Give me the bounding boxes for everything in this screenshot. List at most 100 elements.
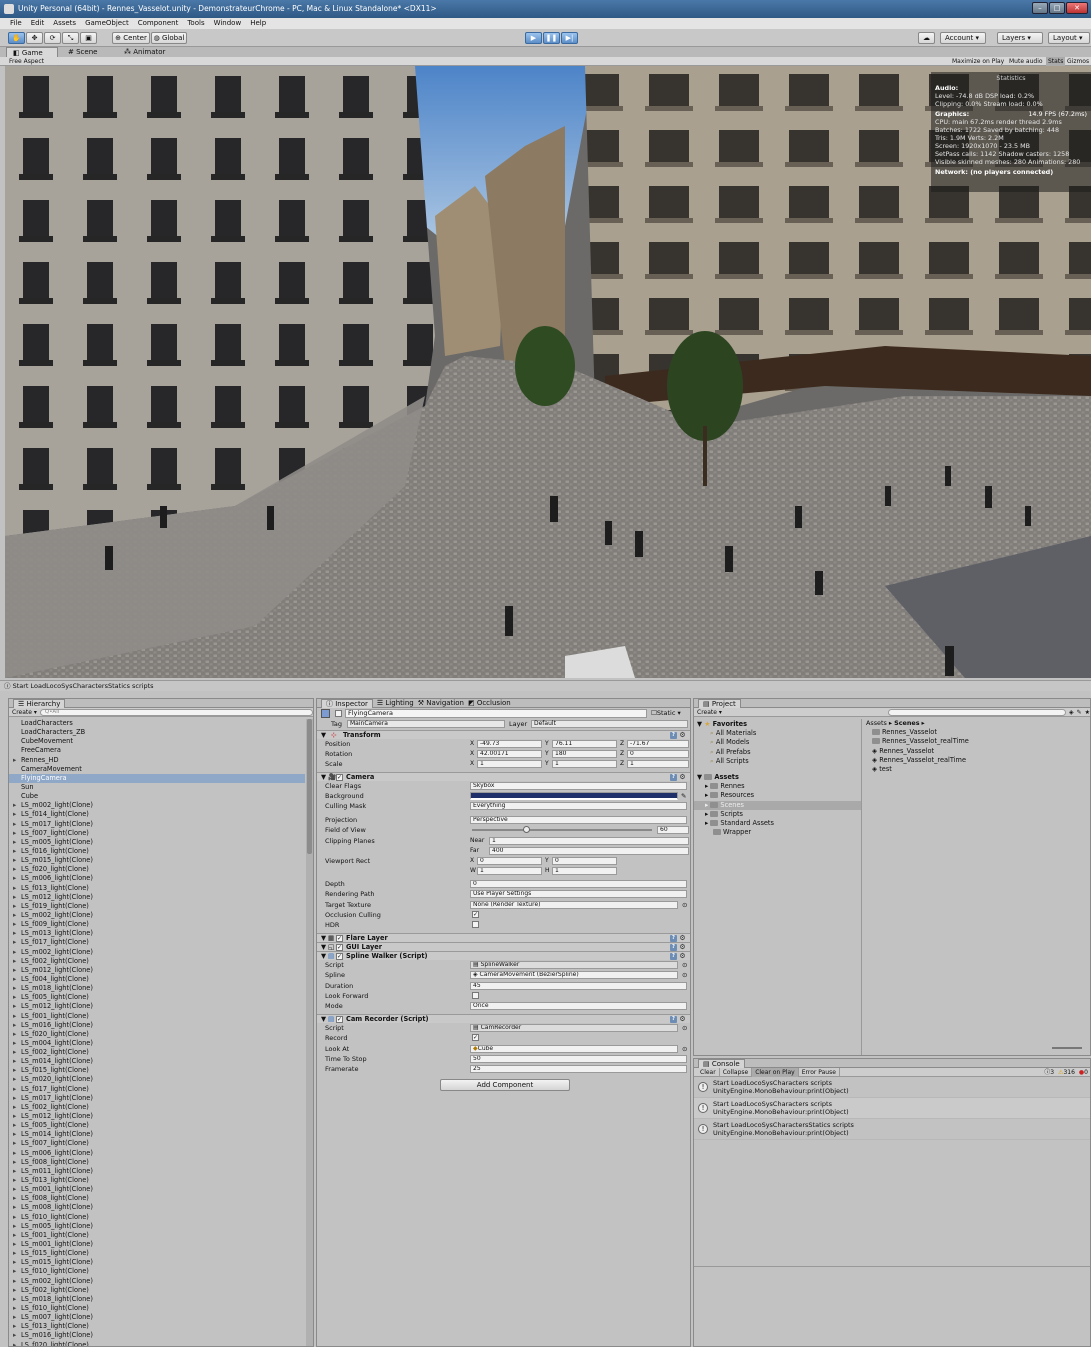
error-count-toggle[interactable]: ●0 xyxy=(1077,1068,1090,1077)
tab-lighting[interactable]: ☰ Lighting xyxy=(377,699,414,707)
foldout-arrow-icon[interactable]: ▸ xyxy=(13,966,21,975)
foldout-arrow-icon[interactable]: ▸ xyxy=(13,838,21,847)
tab-game[interactable]: ◧ Game xyxy=(6,47,58,57)
foldout-arrow-icon[interactable]: ▸ xyxy=(13,1331,21,1340)
hierarchy-item[interactable]: Sun xyxy=(9,783,305,792)
foldout-arrow-icon[interactable]: ▸ xyxy=(13,938,21,947)
foldout-arrow-icon[interactable]: ▸ xyxy=(13,1322,21,1331)
folder-item[interactable]: ▸ Rennes xyxy=(694,782,861,791)
favorite-item[interactable]: ⌕ All Materials xyxy=(694,729,861,738)
fov-slider-handle[interactable] xyxy=(523,826,530,834)
hierarchy-item[interactable]: LoadCharacters xyxy=(9,719,305,728)
hierarchy-item[interactable]: ▸ LS_f017_light(Clone) xyxy=(9,938,305,947)
foldout-arrow-icon[interactable]: ▸ xyxy=(13,1057,21,1066)
hierarchy-item[interactable]: ▸ LS_f010_light(Clone) xyxy=(9,1267,305,1276)
account-dropdown[interactable]: Account ▾ xyxy=(940,32,986,44)
active-checkbox[interactable] xyxy=(335,710,342,717)
cloud-icon[interactable]: ☁ xyxy=(918,32,935,44)
fov-field[interactable]: 60 xyxy=(657,826,689,835)
folder-item[interactable]: ▸ Resources xyxy=(694,791,861,800)
foldout-arrow-icon[interactable]: ▸ xyxy=(13,1213,21,1222)
foldout-arrow-icon[interactable]: ▸ xyxy=(13,893,21,902)
hierarchy-item[interactable]: ▸ LS_m012_light(Clone) xyxy=(9,966,305,975)
hierarchy-item[interactable]: ▸ LS_f004_light(Clone) xyxy=(9,975,305,984)
hierarchy-item[interactable]: ▸ LS_m017_light(Clone) xyxy=(9,1094,305,1103)
near-field[interactable]: 1 xyxy=(489,836,689,845)
tab-occlusion[interactable]: ◩ Occlusion xyxy=(468,699,511,707)
hierarchy-create-button[interactable]: Create ▾ xyxy=(12,708,37,717)
hierarchy-item[interactable]: ▸ LS_m014_light(Clone) xyxy=(9,1130,305,1139)
foldout-arrow-icon[interactable]: ▸ xyxy=(13,1286,21,1295)
flare-layer-header[interactable]: ▼ ▦ ✓ Flare Layer? ⚙ xyxy=(317,933,690,943)
hierarchy-item[interactable]: ▸ LS_m002_light(Clone) xyxy=(9,948,305,957)
scale-x-field[interactable]: 1 xyxy=(477,760,542,769)
camera-header[interactable]: ▼ 🎥 ✓ Camera? ⚙ xyxy=(317,771,690,781)
tab-scene[interactable]: # Scene xyxy=(62,47,103,57)
gear-icon[interactable]: ⚙ xyxy=(679,944,686,951)
help-icon[interactable]: ? xyxy=(670,1016,677,1024)
foldout-arrow-icon[interactable]: ▸ xyxy=(13,1194,21,1203)
framerate-field[interactable]: 25 xyxy=(470,1064,687,1073)
viewport-w-field[interactable]: 1 xyxy=(477,867,542,876)
stats-toggle[interactable]: Stats xyxy=(1046,57,1066,66)
hierarchy-item[interactable]: ▸ LS_m020_light(Clone) xyxy=(9,1075,305,1084)
spline-script-field[interactable]: ▤ SplineWalker xyxy=(470,961,678,970)
hierarchy-item[interactable]: ▸ LS_m008_light(Clone) xyxy=(9,1203,305,1212)
hierarchy-item[interactable]: ▸ LS_m004_light(Clone) xyxy=(9,1039,305,1048)
favorite-item[interactable]: ⌕ All Models xyxy=(694,738,861,747)
hierarchy-item[interactable]: ▸ LS_f008_light(Clone) xyxy=(9,1158,305,1167)
close-button[interactable]: ✕ xyxy=(1066,2,1088,14)
hierarchy-item[interactable]: ▸ LS_m001_light(Clone) xyxy=(9,1240,305,1249)
hierarchy-item[interactable]: ▸ LS_m011_light(Clone) xyxy=(9,1167,305,1176)
hierarchy-item[interactable]: ▸ LS_f015_light(Clone) xyxy=(9,1249,305,1258)
hierarchy-item[interactable]: ▸ LS_f001_light(Clone) xyxy=(9,1231,305,1240)
foldout-arrow-icon[interactable]: ▸ xyxy=(13,1075,21,1084)
foldout-arrow-icon[interactable]: ▸ xyxy=(13,1231,21,1240)
hierarchy-item[interactable]: CubeMovement xyxy=(9,737,305,746)
transform-header[interactable]: ▼ ⊹ Transform? ⚙ xyxy=(317,730,690,739)
hierarchy-item[interactable]: ▸ LS_m012_light(Clone) xyxy=(9,1112,305,1121)
file-item[interactable]: Rennes_Vasselot_realTime xyxy=(866,737,1088,746)
folder-item-selected[interactable]: ▸ Scenes xyxy=(694,800,861,810)
foldout-arrow-icon[interactable]: ▸ xyxy=(13,1012,21,1021)
spline-walker-enabled-checkbox[interactable]: ✓ xyxy=(336,953,343,961)
far-field[interactable]: 400 xyxy=(489,846,689,855)
menu-component[interactable]: Component xyxy=(138,18,179,29)
menu-help[interactable]: Help xyxy=(250,18,266,29)
viewport-y-field[interactable]: 0 xyxy=(552,856,617,865)
console-error-pause-button[interactable]: Error Pause xyxy=(799,1067,840,1077)
star-icon[interactable]: ★ xyxy=(1085,708,1090,717)
foldout-arrow-icon[interactable]: ▸ xyxy=(13,1094,21,1103)
tab-navigation[interactable]: ⚒ Navigation xyxy=(418,699,464,707)
look-at-field[interactable]: ◆Cube xyxy=(470,1044,678,1053)
layers-dropdown[interactable]: Layers ▾ xyxy=(997,32,1043,44)
target-texture-field[interactable]: None (Render Texture) xyxy=(470,900,678,909)
hierarchy-item[interactable]: ▸ LS_f017_light(Clone) xyxy=(9,1085,305,1094)
hierarchy-item[interactable]: ▸ LS_f010_light(Clone) xyxy=(9,1213,305,1222)
breadcrumb-assets[interactable]: Assets xyxy=(866,719,887,727)
object-picker-icon[interactable]: ⊙ xyxy=(682,970,687,980)
maximize-on-play-toggle[interactable]: Maximize on Play xyxy=(952,57,1004,66)
hierarchy-item[interactable]: ▸ LS_f002_light(Clone) xyxy=(9,1103,305,1112)
foldout-arrow-icon[interactable]: ▸ xyxy=(13,1139,21,1148)
foldout-arrow-icon[interactable]: ▸ xyxy=(13,911,21,920)
play-icon[interactable]: ▶ xyxy=(525,32,542,44)
foldout-arrow-icon[interactable]: ▸ xyxy=(13,1267,21,1276)
hierarchy-item[interactable]: ▸ LS_f013_light(Clone) xyxy=(9,1176,305,1185)
hierarchy-item[interactable]: ▸ LS_m016_light(Clone) xyxy=(9,1021,305,1030)
hierarchy-item[interactable]: ▸ LS_f005_light(Clone) xyxy=(9,1121,305,1130)
console-clear-on-play-button[interactable]: Clear on Play xyxy=(752,1067,799,1077)
file-item[interactable]: ◈ Rennes_Vasselot xyxy=(866,747,1088,756)
foldout-arrow-icon[interactable]: ▸ xyxy=(13,1185,21,1194)
foldout-arrow-icon[interactable]: ▸ xyxy=(13,865,21,874)
hierarchy-item[interactable]: ▸ LS_m007_light(Clone) xyxy=(9,1313,305,1322)
scale-z-field[interactable]: 1 xyxy=(627,760,689,769)
hierarchy-item[interactable]: ▸ LS_f007_light(Clone) xyxy=(9,1139,305,1148)
console-entry[interactable]: ! Start LoadLocoSysCharacters scripts Unit… xyxy=(694,1098,1090,1119)
hierarchy-item[interactable]: ▸ LS_m006_light(Clone) xyxy=(9,874,305,883)
help-icon[interactable]: ? xyxy=(670,773,677,781)
move-tool-icon[interactable]: ✥ xyxy=(26,32,43,44)
foldout-arrow-icon[interactable]: ▸ xyxy=(13,1176,21,1185)
scale-y-field[interactable]: 1 xyxy=(552,760,617,769)
gui-layer-header[interactable]: ▼ ◱ ✓ GUI Layer? ⚙ xyxy=(317,942,690,952)
